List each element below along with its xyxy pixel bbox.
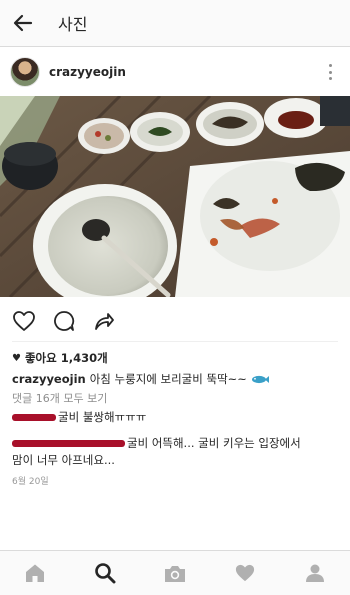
comment-text-continued: 맘이 너무 아프네요... xyxy=(12,453,115,467)
food-photo-image xyxy=(0,96,350,297)
view-all-comments-link[interactable]: 댓글 16개 모두 보기 xyxy=(12,390,107,406)
post-photo[interactable] xyxy=(0,96,350,297)
likes-count[interactable]: ♥ 좋아요 1,430개 xyxy=(12,350,108,366)
comment-item: 굴비 불쌍해ㅠㅠㅠ xyxy=(12,409,342,426)
heart-icon xyxy=(235,564,255,582)
divider xyxy=(12,341,338,342)
bottom-nav xyxy=(0,550,350,595)
post-date: 6월 20일 xyxy=(12,477,49,487)
comment-item: 굴비 어뜩해... 굴비 키우는 입장에서 맘이 너무 아프네요... xyxy=(12,435,342,469)
camera-icon xyxy=(165,565,185,582)
comment-icon xyxy=(54,311,75,331)
like-button[interactable] xyxy=(10,307,38,335)
tab-activity[interactable] xyxy=(223,551,267,595)
share-button[interactable] xyxy=(90,307,118,335)
comment-button[interactable] xyxy=(50,307,78,335)
arrow-left-icon xyxy=(13,14,33,32)
tab-camera[interactable] xyxy=(153,551,197,595)
post-caption: crazyyeojin 아침 누룽지에 보리굴비 뚝딱~~ xyxy=(12,371,342,387)
comment-text: 굴비 불쌍해ㅠㅠㅠ xyxy=(58,410,147,424)
more-options-button[interactable] xyxy=(328,64,332,80)
home-icon xyxy=(26,564,44,582)
more-vertical-icon xyxy=(328,64,332,67)
tab-home[interactable] xyxy=(13,551,57,595)
avatar[interactable] xyxy=(10,57,40,87)
caption-text: 아침 누룽지에 보리굴비 뚝딱~~ xyxy=(89,372,247,386)
page-title: 사진 xyxy=(58,15,88,34)
redacted-username xyxy=(12,440,125,447)
likes-text: 좋아요 1,430개 xyxy=(24,351,108,365)
post-header: crazyyeojin xyxy=(0,48,350,96)
back-button[interactable] xyxy=(0,0,46,47)
redacted-username xyxy=(12,414,56,421)
search-icon xyxy=(95,563,116,584)
fish-emoji-icon xyxy=(251,375,269,384)
tab-search[interactable] xyxy=(83,551,127,595)
post-username[interactable]: crazyyeojin xyxy=(49,65,126,79)
tab-profile[interactable] xyxy=(293,551,337,595)
caption-username[interactable]: crazyyeojin xyxy=(12,372,86,386)
heart-small-icon: ♥ xyxy=(12,352,21,364)
post-actions xyxy=(0,304,350,338)
comment-text: 굴비 어뜩해... 굴비 키우는 입장에서 xyxy=(127,436,301,450)
share-arrow-icon xyxy=(95,313,114,330)
heart-outline-icon xyxy=(13,311,35,331)
top-bar: 사진 xyxy=(0,0,350,47)
person-icon xyxy=(306,564,324,582)
